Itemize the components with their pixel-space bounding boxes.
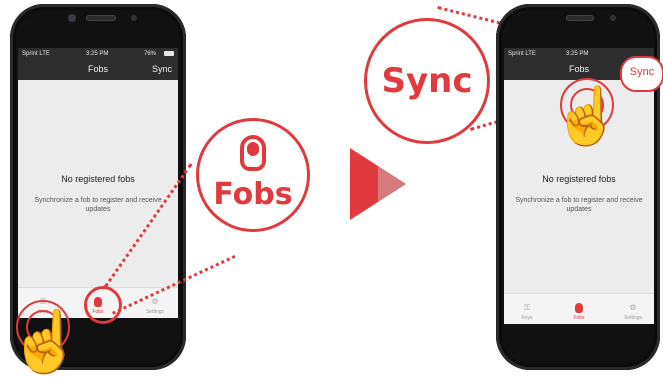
tab-fobs[interactable]: Fobs [564,303,594,321]
speaker-grille [566,15,594,21]
tab-bar: ⚿ Keys Fobs ⚙ Settings [504,293,654,324]
hand-pointer-icon: ☝ [552,84,622,147]
fobs-callout-label: Fobs [213,177,293,212]
fob-icon [575,303,583,313]
sensor [610,15,616,21]
gear-icon: ⚙ [629,303,637,312]
sync-callout-label: Sync [381,61,473,101]
speaker-grille [86,15,116,21]
tab-settings-label: Settings [623,315,643,321]
sync-button-highlight[interactable]: Sync [620,56,663,92]
battery-icon [164,51,174,56]
tab-keys-label: Keys [521,315,533,321]
fobs-tab-highlight-ring [84,286,122,324]
sync-button[interactable]: Sync [622,66,662,78]
tab-settings[interactable]: ⚙ Settings [140,297,170,316]
fob-icon [240,135,266,171]
gear-icon: ⚙ [151,297,159,306]
sensor [131,15,137,21]
carrier-text: Sprint LTE [508,51,536,57]
play-arrow-icon [350,148,406,220]
carrier-text: Sprint LTE [22,51,50,57]
tab-fobs-label: Fobs [573,315,585,321]
fobs-callout: Fobs [196,118,310,232]
left-screen: Sprint LTE 3:25 PM 76% Fobs Sync No regi… [18,48,178,318]
clock-text: 3:25 PM [566,51,589,57]
empty-state-message: Synchronize a fob to register and receiv… [515,197,643,213]
front-camera [68,14,76,22]
tab-keys[interactable]: ⚿ Keys [512,303,542,322]
empty-state-title: No registered fobs [542,174,616,184]
clock-text: 3:25 PM [86,51,109,57]
tab-settings[interactable]: ⚙ Settings [618,303,648,322]
keys-icon: ⚿ [523,303,531,312]
empty-state-title: No registered fobs [61,174,135,184]
nav-bar: Fobs Sync [18,60,178,80]
status-bar: Sprint LTE 3:25 PM 76% [18,48,178,60]
sync-callout: Sync [364,18,490,144]
tab-settings-label: Settings [145,309,165,315]
empty-state-message: Synchronize a fob to register and receiv… [34,197,162,213]
battery-text: 76% [144,51,157,57]
hand-pointer-icon: ☝ [8,308,83,375]
sync-button[interactable]: Sync [152,64,172,74]
